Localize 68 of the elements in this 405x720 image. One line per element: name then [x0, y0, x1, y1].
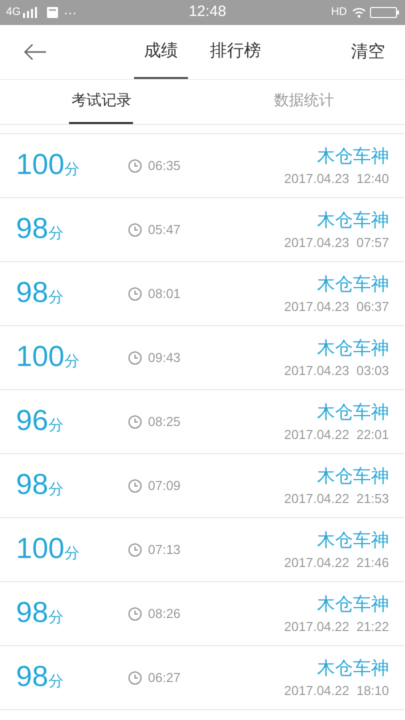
duration: 08:26 [148, 604, 181, 623]
record-row[interactable]: 98分 06:27 木仓车神 2017.04.22 18:10 [0, 646, 405, 710]
clock-icon [128, 542, 142, 556]
message-icon [46, 7, 58, 18]
player-name: 木仓车神 [317, 144, 389, 168]
record-date: 2017.04.22 18:10 [284, 682, 389, 700]
clear-button[interactable]: 清空 [351, 25, 405, 79]
clock-icon [128, 158, 142, 172]
battery-icon [370, 7, 399, 18]
record-date: 2017.04.23 12:40 [284, 170, 389, 188]
clock-time: 12:48 [188, 2, 226, 22]
player-name: 木仓车神 [317, 336, 389, 360]
score: 98分 [16, 212, 64, 247]
record-date: 2017.04.23 07:57 [284, 234, 389, 252]
record-row[interactable]: 98分 07:09 木仓车神 2017.04.22 21:53 [0, 454, 405, 518]
duration: 05:47 [148, 220, 181, 239]
record-date: 2017.04.22 21:53 [284, 490, 389, 508]
clock-icon [128, 286, 142, 300]
record-date: 2017.04.22 21:46 [284, 554, 389, 572]
record-row[interactable]: 100分 09:43 木仓车神 2017.04.23 03:03 [0, 326, 405, 390]
player-name: 木仓车神 [317, 208, 389, 232]
record-row[interactable]: 98分 08:26 木仓车神 2017.04.22 21:22 [0, 582, 405, 646]
record-date: 2017.04.23 03:03 [284, 362, 389, 380]
clock-icon [128, 222, 142, 236]
score: 98分 [16, 276, 64, 311]
duration: 09:43 [148, 348, 181, 367]
more-notifications: ··· [64, 6, 77, 19]
duration: 07:13 [148, 540, 181, 559]
duration: 08:01 [148, 284, 181, 303]
record-row[interactable]: 98分 08:01 木仓车神 2017.04.23 06:37 [0, 262, 405, 326]
record-date: 2017.04.23 06:37 [284, 298, 389, 316]
clock-icon [128, 670, 142, 684]
wifi-icon [352, 7, 366, 18]
player-name: 木仓车神 [317, 400, 389, 424]
duration: 08:25 [148, 412, 181, 431]
score: 100分 [16, 340, 80, 375]
player-name: 木仓车神 [317, 464, 389, 488]
header-tab[interactable]: 成绩 [134, 25, 188, 79]
player-name: 木仓车神 [317, 592, 389, 616]
record-row[interactable]: 100分 06:35 木仓车神 2017.04.23 12:40 [0, 134, 405, 198]
record-date: 2017.04.22 21:22 [284, 618, 389, 636]
score: 98分 [16, 468, 64, 503]
player-name: 木仓车神 [317, 528, 389, 552]
subtab[interactable]: 考试记录 [69, 80, 134, 124]
player-name: 木仓车神 [317, 656, 389, 680]
record-date: 2017.04.22 22:01 [284, 426, 389, 444]
score: 96分 [16, 404, 64, 439]
record-row[interactable]: 96分 08:25 木仓车神 2017.04.22 22:01 [0, 390, 405, 454]
signal-icon [22, 7, 37, 18]
duration: 06:35 [148, 156, 181, 175]
duration: 07:09 [148, 476, 181, 495]
clock-icon [128, 606, 142, 620]
duration: 06:27 [148, 668, 181, 687]
record-row[interactable]: 98分 05:47 木仓车神 2017.04.23 07:57 [0, 198, 405, 262]
score: 98分 [16, 660, 64, 695]
score: 100分 [16, 532, 80, 567]
clock-icon [128, 350, 142, 364]
network-label: 4G [6, 5, 21, 20]
score: 98分 [16, 596, 64, 631]
subtab[interactable]: 数据统计 [272, 80, 336, 124]
score: 100分 [16, 148, 80, 183]
header-tab[interactable]: 排行榜 [200, 25, 271, 79]
clock-icon [128, 478, 142, 492]
record-row[interactable]: 100分 07:13 木仓车神 2017.04.22 21:46 [0, 518, 405, 582]
clock-icon [128, 414, 142, 428]
hd-label: HD [331, 5, 347, 20]
back-arrow-icon [23, 43, 47, 61]
player-name: 木仓车神 [317, 272, 389, 296]
